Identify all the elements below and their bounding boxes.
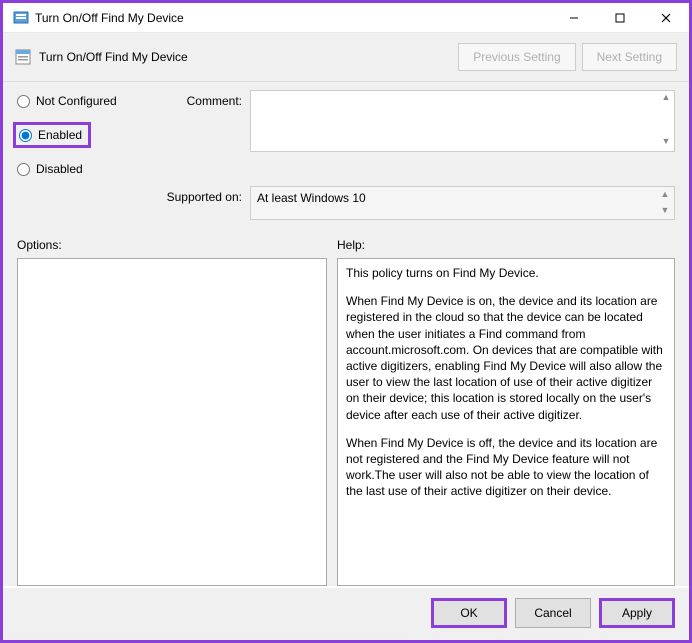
radio-disabled[interactable]: Disabled bbox=[17, 162, 157, 176]
radio-label: Enabled bbox=[38, 128, 82, 142]
scroll-down-icon[interactable]: ▼ bbox=[658, 205, 672, 219]
panels: This policy turns on Find My Device. Whe… bbox=[3, 258, 689, 586]
app-icon bbox=[13, 10, 29, 26]
footer: OK Cancel Apply bbox=[3, 588, 689, 640]
previous-setting-button[interactable]: Previous Setting bbox=[458, 43, 575, 71]
close-button[interactable] bbox=[643, 3, 689, 33]
scroll-up-icon[interactable]: ▲ bbox=[658, 189, 672, 203]
ok-button[interactable]: OK bbox=[431, 598, 507, 628]
radio-label: Disabled bbox=[36, 162, 83, 176]
toolbar: Turn On/Off Find My Device Previous Sett… bbox=[3, 33, 689, 82]
radio-enabled[interactable]: Enabled bbox=[19, 128, 82, 142]
panel-headers: Options: Help: bbox=[3, 230, 689, 258]
policy-title: Turn On/Off Find My Device bbox=[39, 50, 188, 64]
supported-label: Supported on: bbox=[157, 186, 242, 204]
radio-label: Not Configured bbox=[36, 94, 117, 108]
state-and-comment: Not Configured Enabled Disabled Comment:… bbox=[3, 82, 689, 182]
cancel-button[interactable]: Cancel bbox=[515, 598, 591, 628]
supported-on-value: At least Windows 10 ▲ ▼ bbox=[250, 186, 675, 220]
help-text: This policy turns on Find My Device. bbox=[346, 265, 666, 281]
help-panel[interactable]: This policy turns on Find My Device. Whe… bbox=[337, 258, 675, 586]
comment-label: Comment: bbox=[157, 90, 242, 176]
window-title: Turn On/Off Find My Device bbox=[35, 11, 184, 25]
next-setting-button[interactable]: Next Setting bbox=[582, 43, 677, 71]
minimize-button[interactable] bbox=[551, 3, 597, 33]
help-header: Help: bbox=[337, 238, 675, 252]
help-text: When Find My Device is on, the device an… bbox=[346, 293, 666, 423]
options-panel bbox=[17, 258, 327, 586]
scroll-up-icon[interactable]: ▲ bbox=[659, 92, 673, 106]
state-radios: Not Configured Enabled Disabled bbox=[17, 90, 157, 176]
policy-icon bbox=[15, 49, 31, 65]
supported-row: Supported on: At least Windows 10 ▲ ▼ bbox=[3, 182, 689, 230]
comment-input[interactable] bbox=[250, 90, 675, 152]
maximize-button[interactable] bbox=[597, 3, 643, 33]
supported-on-text: At least Windows 10 bbox=[257, 191, 366, 205]
help-text: When Find My Device is off, the device a… bbox=[346, 435, 666, 500]
scroll-down-icon[interactable]: ▼ bbox=[659, 136, 673, 150]
window-controls bbox=[551, 3, 689, 33]
apply-button[interactable]: Apply bbox=[599, 598, 675, 628]
radio-not-configured[interactable]: Not Configured bbox=[17, 94, 157, 108]
options-header: Options: bbox=[17, 238, 337, 252]
titlebar: Turn On/Off Find My Device bbox=[3, 3, 689, 33]
